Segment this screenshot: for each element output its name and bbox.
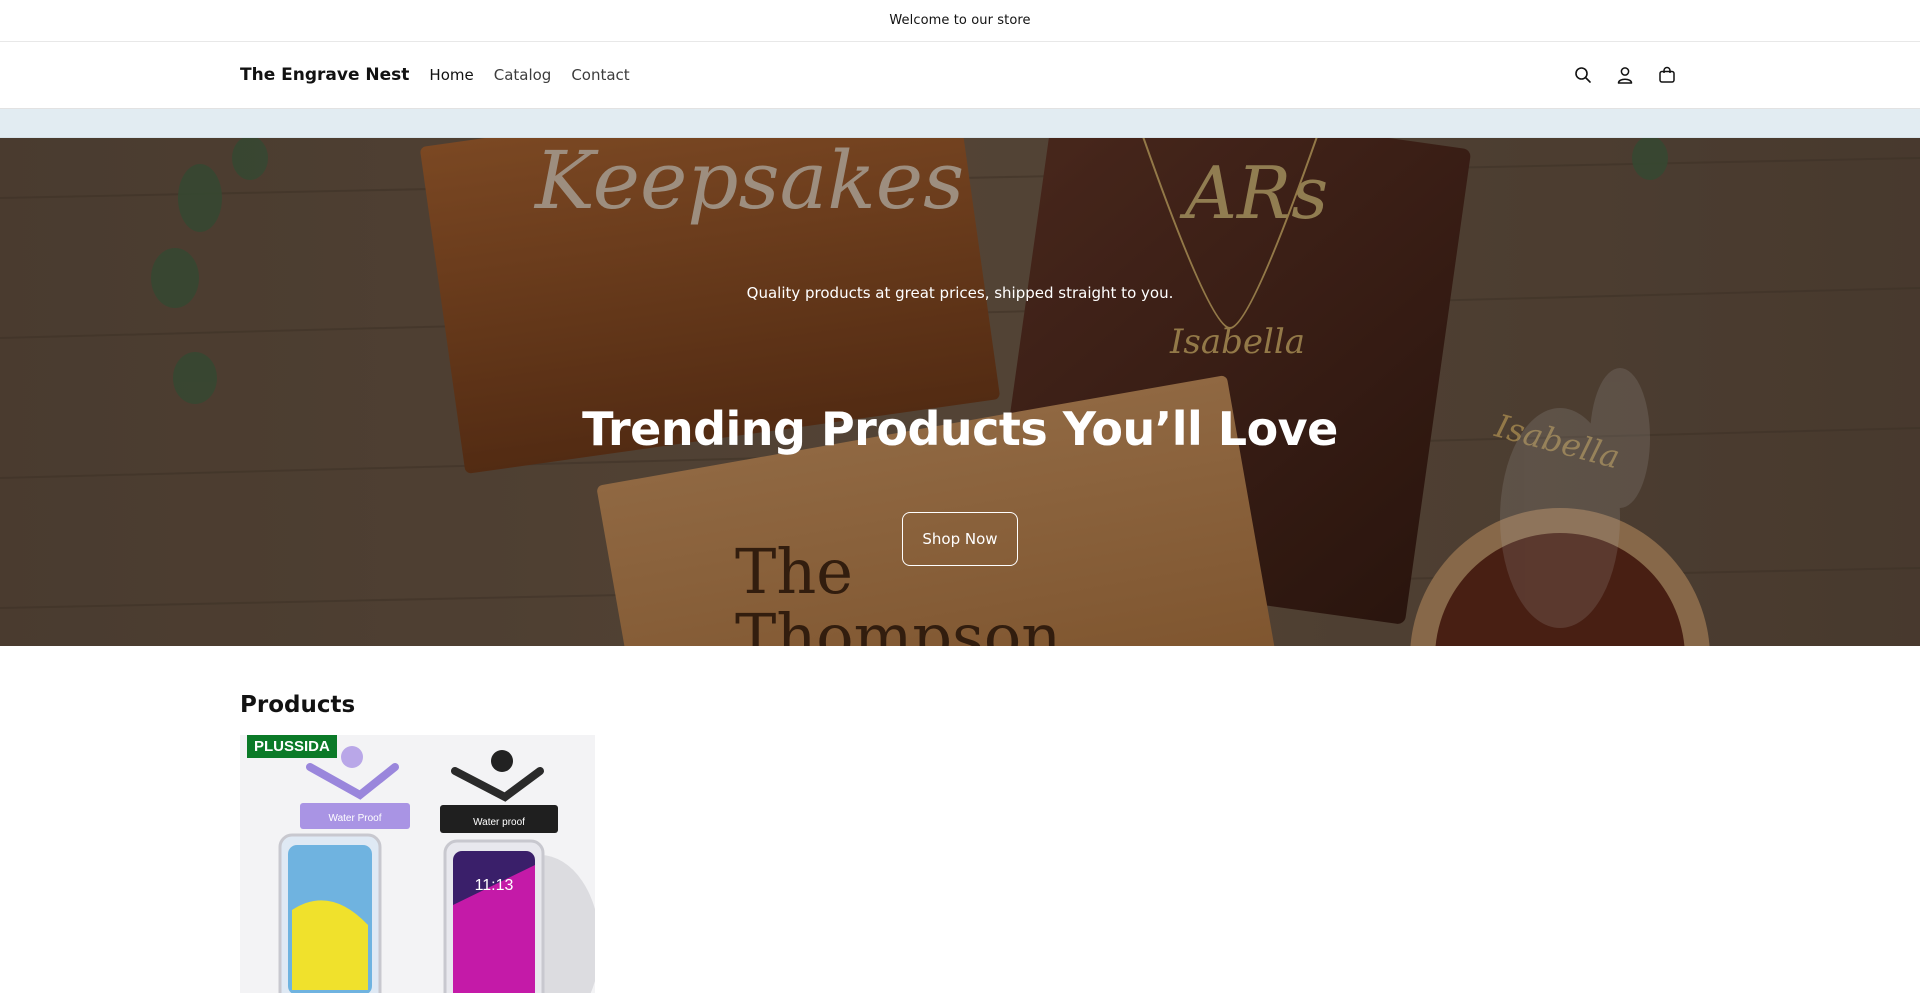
cart-icon[interactable]	[1657, 65, 1677, 85]
shop-now-button[interactable]: Shop Now	[902, 512, 1018, 566]
phone-screen-time: 11:13	[475, 877, 514, 894]
hero-banner: Keepsakes ARs Isabella Isabella The Thom…	[0, 138, 1920, 646]
product-brand-badge: PLUSSIDA	[247, 735, 337, 758]
product-image[interactable]: Water Proof Water proof 11:13	[240, 735, 595, 993]
nav-item-catalog[interactable]: Catalog	[494, 66, 552, 84]
product-card[interactable]: PLUSSIDA Water Proof Water proof 11:13	[240, 735, 595, 993]
black-case-label: Water proof	[473, 817, 525, 828]
site-header: The Engrave Nest Home Catalog Contact	[0, 42, 1920, 109]
store-logo[interactable]: The Engrave Nest	[240, 65, 409, 85]
announcement-text: Welcome to our store	[889, 13, 1031, 28]
main-nav: Home Catalog Contact	[429, 66, 629, 84]
announcement-bar: Welcome to our store	[0, 0, 1920, 42]
products-heading: Products	[240, 692, 356, 718]
nav-item-contact[interactable]: Contact	[571, 66, 629, 84]
account-icon[interactable]	[1615, 65, 1635, 85]
purple-case-label: Water Proof	[329, 813, 382, 824]
header-subbar	[0, 109, 1920, 138]
nav-item-home[interactable]: Home	[429, 66, 473, 84]
header-icons	[1573, 65, 1677, 85]
products-section: Products PLUSSIDA Water Proof Water proo…	[0, 692, 1920, 993]
hero-title: Trending Products You’ll Love	[582, 402, 1338, 456]
search-icon[interactable]	[1573, 65, 1593, 85]
hero-subtitle: Quality products at great prices, shippe…	[746, 284, 1174, 302]
